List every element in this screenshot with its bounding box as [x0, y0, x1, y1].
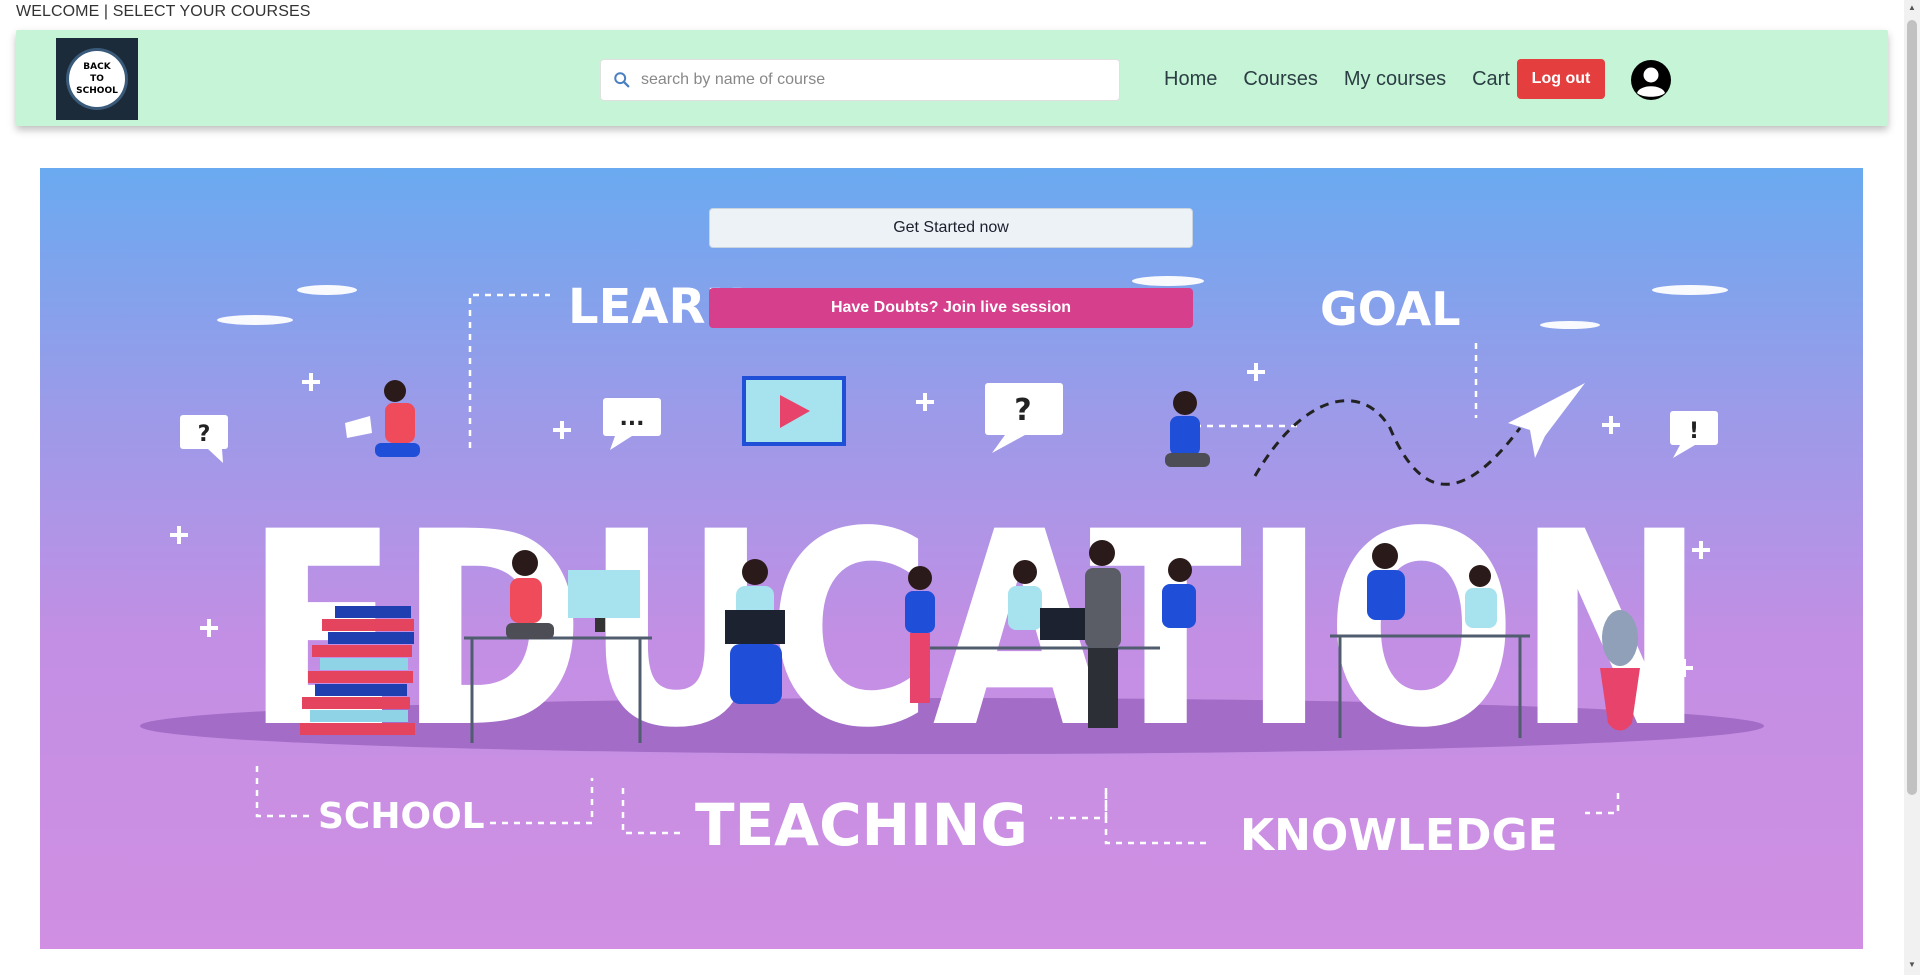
- search-icon: [614, 72, 630, 88]
- page-scrollbar[interactable]: ▲ ▼: [1904, 0, 1920, 975]
- svg-text:?: ?: [198, 422, 211, 447]
- nav-link-courses[interactable]: Courses: [1230, 66, 1330, 92]
- hero-banner: ? ... ? ! LEARN GOAL SCHOOL TEACHING KNO…: [40, 168, 1863, 949]
- nav-links: Home Courses My courses Cart: [1151, 66, 1523, 92]
- scroll-up-icon[interactable]: ▲: [1908, 3, 1916, 12]
- word-knowledge: KNOWLEDGE: [1240, 810, 1558, 861]
- scroll-down-icon[interactable]: ▼: [1908, 960, 1916, 969]
- logo-line-1: BACK: [83, 62, 111, 72]
- word-school: SCHOOL: [318, 796, 485, 837]
- logout-button[interactable]: Log out: [1517, 59, 1605, 99]
- word-education: EDUCATION: [245, 475, 1705, 787]
- search-bar: [600, 59, 1120, 101]
- navbar: BACK TO SCHOOL Home Courses My courses C…: [16, 30, 1888, 126]
- nav-link-cart[interactable]: Cart: [1459, 66, 1523, 92]
- nav-link-home[interactable]: Home: [1151, 66, 1230, 92]
- get-started-button[interactable]: Get Started now: [709, 208, 1193, 248]
- svg-text:!: !: [1689, 419, 1699, 444]
- nav-link-my-courses[interactable]: My courses: [1331, 66, 1459, 92]
- word-teaching: TEACHING: [695, 791, 1028, 859]
- welcome-text: WELCOME | SELECT YOUR COURSES: [16, 3, 311, 20]
- logo-line-3: SCHOOL: [76, 86, 118, 96]
- logo-line-2: TO: [90, 74, 104, 84]
- svg-text:...: ...: [619, 406, 644, 431]
- education-illustration: ? ... ? ! LEARN GOAL SCHOOL TEACHING KNO…: [140, 276, 1764, 861]
- site-logo[interactable]: BACK TO SCHOOL: [56, 38, 138, 120]
- word-goal: GOAL: [1320, 282, 1461, 336]
- join-live-session-button[interactable]: Have Doubts? Join live session: [709, 288, 1193, 328]
- search-input[interactable]: [639, 64, 1103, 96]
- logo-badge: BACK TO SCHOOL: [69, 51, 125, 107]
- user-icon[interactable]: [1630, 59, 1672, 101]
- svg-text:?: ?: [1014, 393, 1031, 428]
- scrollbar-thumb[interactable]: [1907, 20, 1917, 795]
